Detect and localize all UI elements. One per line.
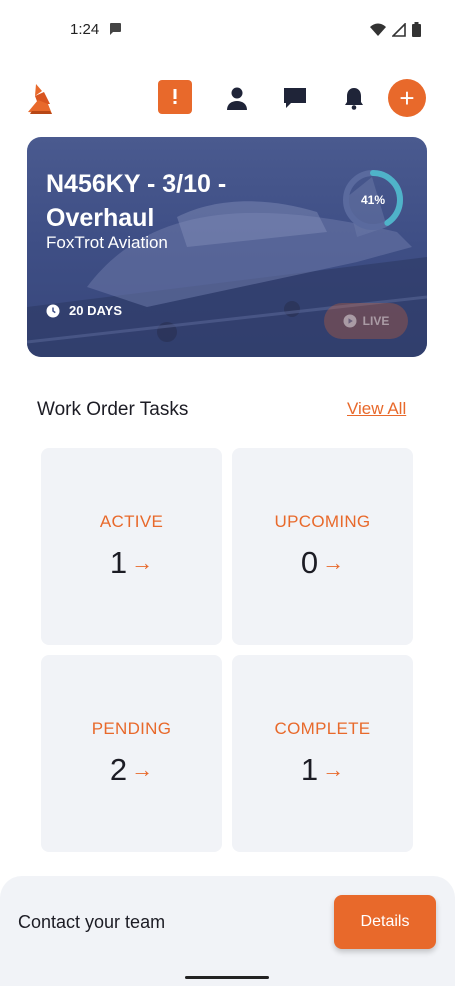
task-card-count: 1 →	[41, 545, 222, 581]
play-icon	[343, 314, 357, 328]
contact-team-text: Contact your team	[18, 912, 166, 932]
signal-icon	[392, 22, 406, 37]
task-card-count: 0 →	[232, 545, 413, 581]
task-card-count: 2 →	[41, 752, 222, 788]
message-notification-icon	[108, 22, 122, 41]
task-card-count: 1 →	[232, 752, 413, 788]
arrow-right-icon: →	[131, 550, 154, 575]
days-label: 20 DAYS	[69, 303, 122, 318]
status-bar: 1:24	[0, 0, 455, 60]
task-card-complete[interactable]: COMPLETE 1 →	[232, 655, 413, 852]
alert-icon[interactable]	[158, 80, 192, 114]
task-count: 2	[109, 752, 128, 787]
add-icon[interactable]: +	[388, 79, 426, 117]
top-app-bar: +	[0, 78, 455, 120]
task-card-label: UPCOMING	[274, 512, 371, 531]
company-name: FoxTrot Aviation	[46, 233, 168, 252]
task-card-upcoming[interactable]: UPCOMING 0 →	[232, 448, 413, 645]
work-order-title: N456KY - 3/10 - Overhaul	[46, 170, 227, 232]
user-icon[interactable]	[219, 80, 255, 116]
task-card-label: COMPLETE	[274, 719, 371, 738]
battery-icon	[412, 22, 421, 37]
task-count: 0	[300, 545, 319, 580]
arrow-right-icon: →	[322, 757, 345, 782]
view-all-link[interactable]: View All	[347, 399, 406, 419]
wifi-icon	[370, 23, 386, 36]
arrow-right-icon: →	[131, 757, 154, 782]
status-icons	[370, 22, 421, 37]
details-button[interactable]: Details	[334, 895, 436, 949]
logo-fox-icon	[26, 82, 54, 121]
live-label: LIVE	[362, 314, 390, 328]
work-order-hero-card[interactable]: N456KY - 3/10 - Overhaul FoxTrot Aviatio…	[27, 137, 427, 357]
task-card-label: PENDING	[91, 719, 172, 738]
task-card-active[interactable]: ACTIVE 1 →	[41, 448, 222, 645]
live-button[interactable]: LIVE	[324, 303, 408, 339]
task-count: 1	[109, 545, 128, 580]
clock-icon	[46, 304, 60, 317]
contact-team-sheet: Contact your team Details	[0, 876, 455, 986]
task-count: 1	[300, 752, 319, 787]
status-time: 1:24	[70, 21, 100, 38]
home-indicator[interactable]	[185, 976, 269, 979]
days-remaining: 20 DAYS	[46, 303, 122, 318]
chat-icon[interactable]	[277, 80, 313, 116]
section-title: Work Order Tasks	[37, 399, 189, 420]
bell-icon[interactable]	[336, 80, 372, 116]
task-card-pending[interactable]: PENDING 2 →	[41, 655, 222, 852]
progress-percent: 41%	[360, 193, 386, 207]
task-card-label: ACTIVE	[99, 512, 164, 531]
arrow-right-icon: →	[322, 550, 345, 575]
